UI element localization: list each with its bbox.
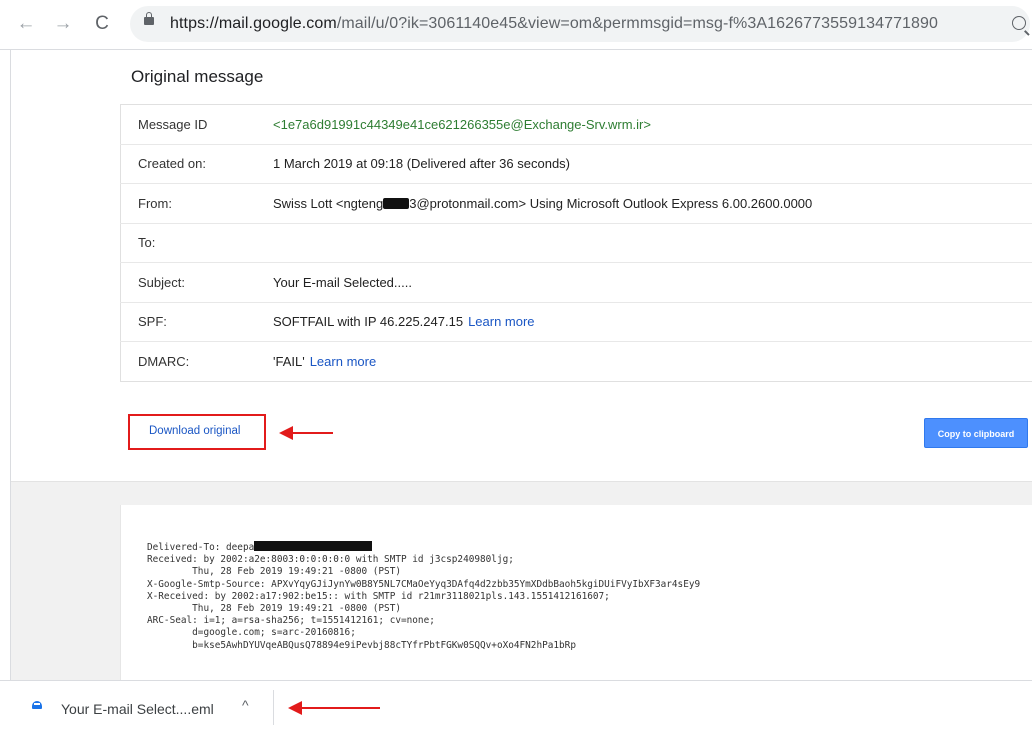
table-row: Message ID <1e7a6d91991c44349e41ce621266… (120, 104, 1032, 145)
from-value: Swiss Lott <ngteng 3@protonmail.com> Usin… (273, 183, 1032, 224)
annotation-arrow (279, 426, 333, 440)
table-row: SPF: SOFTFAIL with IP 46.225.247.15 Learn… (120, 302, 1032, 342)
forward-arrow-icon[interactable]: → (52, 13, 74, 35)
address-bar[interactable]: https://mail.google.com/mail/u/0?ik=3061… (130, 6, 1030, 42)
message-id-value: <1e7a6d91991c44349e41ce621266355e@Exchan… (273, 104, 1032, 145)
email-file-icon (32, 701, 42, 709)
from-value-prefix: Swiss Lott <ngteng (273, 195, 384, 211)
browser-toolbar: ← → C https://mail.google.com/mail/u/0?i… (0, 0, 1032, 50)
spf-value: SOFTFAIL with IP 46.225.247.15 (273, 314, 464, 330)
original-message-page: Original message Message ID <1e7a6d91991… (10, 50, 1032, 681)
source-line: Thu, 28 Feb 2019 19:49:21 -0800 (PST) (147, 566, 401, 578)
annotation-arrow (288, 701, 380, 715)
message-id-label: Message ID (120, 104, 273, 145)
chevron-up-icon[interactable]: ^ (242, 697, 249, 713)
spf-value-cell: SOFTFAIL with IP 46.225.247.15 Learn more (273, 302, 1032, 342)
url-text[interactable]: https://mail.google.com/mail/u/0?ik=3061… (170, 15, 938, 33)
source-line: b=kse5AwhDYUVqeABQusQ78894e9iPevbj88cTYf… (147, 639, 576, 651)
table-row: To: (120, 223, 1032, 263)
source-line: X-Received: by 2002:a17:902:be15:: with … (147, 590, 610, 602)
downloaded-file-name[interactable]: Your E-mail Select....eml (61, 701, 214, 717)
download-shelf: Your E-mail Select....eml ^ (0, 680, 1032, 733)
source-line: d=google.com; s=arc-20160816; (147, 627, 356, 639)
spf-learn-more-link[interactable]: Learn more (468, 314, 534, 329)
download-highlight-box: Download original (128, 414, 266, 450)
page-title: Original message (131, 67, 264, 86)
from-label: From: (120, 183, 273, 224)
dmarc-value-cell: 'FAIL' Learn more (273, 341, 1032, 382)
zoom-icon[interactable] (1012, 16, 1026, 30)
source-line: X-Google-Smtp-Source: APXvYqyGJiJynYw0B8… (147, 578, 701, 590)
source-line: Thu, 28 Feb 2019 19:49:21 -0800 (PST) (147, 603, 401, 615)
reload-icon[interactable]: C (91, 13, 113, 35)
source-line: ARC-Seal: i=1; a=rsa-sha256; t=155141216… (147, 615, 435, 627)
created-value: 1 March 2019 at 09:18 (Delivered after 3… (273, 144, 1032, 184)
download-original-link[interactable]: Download original (149, 425, 240, 437)
url-host: https://mail.google.com (170, 15, 337, 32)
dmarc-value: 'FAIL' (273, 353, 305, 369)
from-value-suffix: 3@protonmail.com> Using Microsoft Outloo… (409, 195, 813, 211)
to-value (273, 223, 1032, 263)
source-line: Received: by 2002:a2e:8003:0:0:0:0:0 wit… (147, 554, 514, 566)
subject-label: Subject: (120, 262, 273, 303)
message-header-table: Message ID <1e7a6d91991c44349e41ce621266… (120, 104, 1032, 382)
redaction-mark (383, 197, 410, 209)
redaction-mark (254, 541, 373, 551)
subject-value: Your E-mail Selected..... (273, 262, 1032, 303)
spf-label: SPF: (120, 302, 273, 342)
copy-to-clipboard-button[interactable]: Copy to clipboard (924, 418, 1028, 448)
raw-source-text: Delivered-To: deepa Received: by 2002:a2… (147, 541, 700, 652)
dmarc-label: DMARC: (120, 341, 273, 382)
back-arrow-icon[interactable]: ← (15, 13, 37, 35)
table-row: Subject: Your E-mail Selected..... (120, 262, 1032, 303)
dmarc-learn-more-link[interactable]: Learn more (310, 354, 376, 369)
lock-icon[interactable] (144, 12, 154, 25)
raw-source-panel[interactable]: Delivered-To: deepa Received: by 2002:a2… (120, 505, 1032, 681)
source-line: Delivered-To: deepa (147, 542, 255, 553)
url-path: /mail/u/0?ik=3061140e45&view=om&permmsgi… (336, 15, 939, 32)
table-row: DMARC: 'FAIL' Learn more (120, 341, 1032, 382)
created-label: Created on: (120, 144, 273, 184)
source-area: Delivered-To: deepa Received: by 2002:a2… (11, 481, 1032, 681)
to-label: To: (120, 223, 273, 263)
divider (273, 690, 274, 725)
table-row: From: Swiss Lott <ngteng 3@protonmail.com… (120, 183, 1032, 224)
table-row: Created on: 1 March 2019 at 09:18 (Deliv… (120, 144, 1032, 184)
